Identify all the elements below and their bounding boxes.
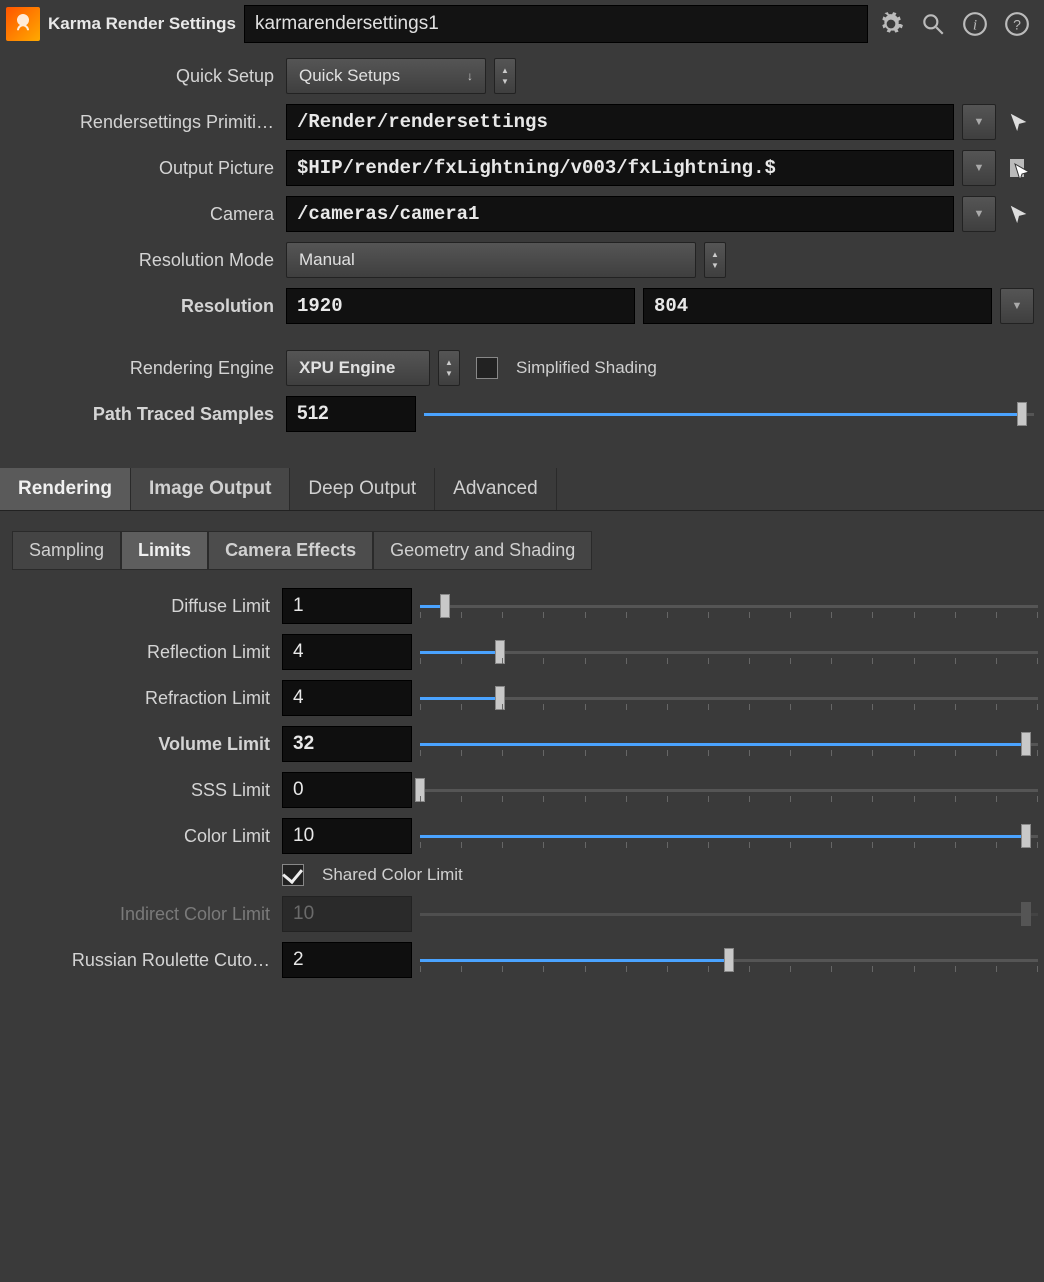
russian-roulette-label: Russian Roulette Cuto… bbox=[6, 950, 274, 971]
indirect-color-limit-input bbox=[282, 896, 412, 932]
indirect-color-limit-label: Indirect Color Limit bbox=[6, 904, 274, 925]
quick-setup-dropdown[interactable]: Quick Setups ↓ bbox=[286, 58, 486, 94]
resolution-label: Resolution bbox=[10, 296, 278, 317]
volume-limit-slider[interactable] bbox=[420, 726, 1038, 762]
header-bar: Karma Render Settings i ? bbox=[0, 0, 1044, 48]
output-picture-menu[interactable]: ▼ bbox=[962, 150, 996, 186]
refraction-limit-input[interactable] bbox=[282, 680, 412, 716]
volume-limit-input[interactable] bbox=[282, 726, 412, 762]
subtab-geometry-shading[interactable]: Geometry and Shading bbox=[373, 531, 592, 570]
limits-panel: Diffuse Limit Reflection Limit Refractio… bbox=[0, 584, 1044, 1018]
parameters-panel: Quick Setup Quick Setups ↓ Rendersetting… bbox=[0, 48, 1044, 452]
path-traced-label: Path Traced Samples bbox=[10, 404, 278, 425]
reflection-limit-label: Reflection Limit bbox=[6, 642, 274, 663]
resolution-mode-label: Resolution Mode bbox=[10, 250, 278, 271]
sss-limit-label: SSS Limit bbox=[6, 780, 274, 801]
russian-roulette-slider[interactable] bbox=[420, 942, 1038, 978]
rendersettings-prim-menu[interactable]: ▼ bbox=[962, 104, 996, 140]
rendering-engine-spinner[interactable] bbox=[438, 350, 460, 386]
volume-limit-label: Volume Limit bbox=[6, 734, 274, 755]
color-limit-input[interactable] bbox=[282, 818, 412, 854]
subtab-sampling[interactable]: Sampling bbox=[12, 531, 121, 570]
info-icon[interactable]: i bbox=[960, 9, 990, 39]
refraction-limit-slider[interactable] bbox=[420, 680, 1038, 716]
shared-color-limit-label: Shared Color Limit bbox=[322, 865, 463, 885]
russian-roulette-input[interactable] bbox=[282, 942, 412, 978]
resolution-mode-spinner[interactable] bbox=[704, 242, 726, 278]
panel-title: Karma Render Settings bbox=[48, 14, 236, 34]
camera-menu[interactable]: ▼ bbox=[962, 196, 996, 232]
select-camera-arrow-icon[interactable] bbox=[1004, 199, 1034, 229]
rendersettings-prim-input[interactable] bbox=[286, 104, 954, 140]
resolution-y-input[interactable] bbox=[643, 288, 992, 324]
file-browse-icon[interactable] bbox=[1004, 153, 1034, 183]
svg-text:i: i bbox=[973, 16, 977, 33]
resolution-mode-dropdown[interactable]: Manual bbox=[286, 242, 696, 278]
subtab-limits[interactable]: Limits bbox=[121, 531, 208, 570]
select-prim-arrow-icon[interactable] bbox=[1004, 107, 1034, 137]
gear-icon[interactable] bbox=[876, 9, 906, 39]
rendering-engine-label: Rendering Engine bbox=[10, 358, 278, 379]
diffuse-limit-slider[interactable] bbox=[420, 588, 1038, 624]
rendersettings-prim-label: Rendersettings Primiti… bbox=[10, 112, 278, 133]
quick-setup-spinner[interactable] bbox=[494, 58, 516, 94]
quick-setup-value: Quick Setups bbox=[299, 66, 400, 86]
simplified-shading-checkbox[interactable] bbox=[476, 357, 498, 379]
help-icon[interactable]: ? bbox=[1002, 9, 1032, 39]
sss-limit-slider[interactable] bbox=[420, 772, 1038, 808]
resolution-mode-value: Manual bbox=[299, 250, 355, 270]
tab-rendering[interactable]: Rendering bbox=[0, 468, 131, 510]
color-limit-slider[interactable] bbox=[420, 818, 1038, 854]
reflection-limit-slider[interactable] bbox=[420, 634, 1038, 670]
sss-limit-input[interactable] bbox=[282, 772, 412, 808]
reflection-limit-input[interactable] bbox=[282, 634, 412, 670]
chevron-down-icon: ↓ bbox=[467, 69, 473, 83]
tab-image-output[interactable]: Image Output bbox=[131, 468, 290, 510]
svg-text:?: ? bbox=[1013, 16, 1021, 32]
indirect-color-limit-slider bbox=[420, 896, 1038, 932]
rendering-engine-dropdown[interactable]: XPU Engine bbox=[286, 350, 430, 386]
resolution-preset-menu[interactable]: ▼ bbox=[1000, 288, 1034, 324]
quick-setup-label: Quick Setup bbox=[10, 66, 278, 87]
tab-advanced[interactable]: Advanced bbox=[435, 468, 557, 510]
camera-label: Camera bbox=[10, 204, 278, 225]
main-tabs: Rendering Image Output Deep Output Advan… bbox=[0, 468, 1044, 511]
output-picture-input[interactable] bbox=[286, 150, 954, 186]
sub-tabs: Sampling Limits Camera Effects Geometry … bbox=[12, 531, 1044, 570]
diffuse-limit-input[interactable] bbox=[282, 588, 412, 624]
path-traced-input[interactable] bbox=[286, 396, 416, 432]
tab-deep-output[interactable]: Deep Output bbox=[290, 468, 435, 510]
subtab-camera-effects[interactable]: Camera Effects bbox=[208, 531, 373, 570]
resolution-x-input[interactable] bbox=[286, 288, 635, 324]
path-traced-slider[interactable] bbox=[424, 396, 1034, 432]
camera-input[interactable] bbox=[286, 196, 954, 232]
rendering-engine-value: XPU Engine bbox=[299, 358, 395, 378]
diffuse-limit-label: Diffuse Limit bbox=[6, 596, 274, 617]
node-type-icon bbox=[6, 7, 40, 41]
search-icon[interactable] bbox=[918, 9, 948, 39]
simplified-shading-label: Simplified Shading bbox=[516, 358, 657, 378]
node-name-input[interactable] bbox=[244, 5, 868, 43]
output-picture-label: Output Picture bbox=[10, 158, 278, 179]
shared-color-limit-checkbox[interactable] bbox=[282, 864, 304, 886]
refraction-limit-label: Refraction Limit bbox=[6, 688, 274, 709]
color-limit-label: Color Limit bbox=[6, 826, 274, 847]
